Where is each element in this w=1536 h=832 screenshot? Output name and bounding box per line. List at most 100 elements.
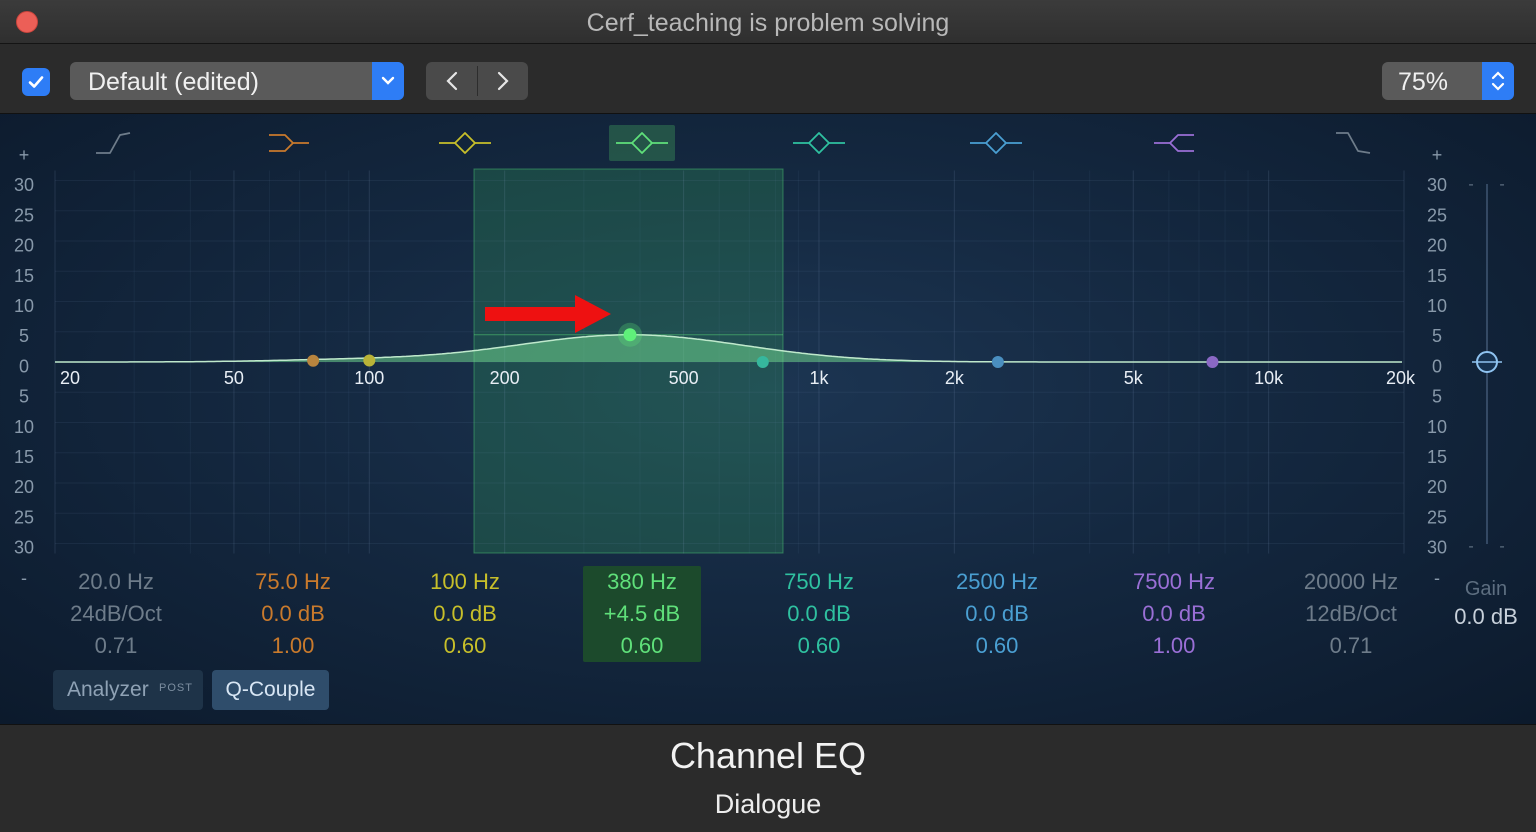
band-1-freq[interactable]: 20.0 Hz	[57, 566, 175, 598]
db-label-left: 5	[19, 326, 29, 346]
band-2-handle	[307, 354, 320, 367]
gain-label: Gain	[1464, 578, 1508, 600]
q-couple-button[interactable]: Q-Couple	[212, 670, 329, 710]
band-2-q[interactable]: 1.00	[234, 630, 352, 662]
band-1-gain[interactable]: 24dB/Oct	[57, 598, 175, 630]
freq-label: 1k	[809, 368, 829, 388]
chevron-left-icon	[445, 71, 457, 91]
band-3-freq[interactable]: 100 Hz	[406, 566, 524, 598]
band-6-gain[interactable]: 0.0 dB	[938, 598, 1056, 630]
band-4-handle	[623, 328, 637, 342]
band-1-parameters[interactable]: 20.0 Hz 24dB/Oct 0.71	[57, 566, 175, 662]
freq-label: 2k	[945, 368, 965, 388]
band-6-parameters[interactable]: 2500 Hz 0.0 dB 0.60	[938, 566, 1056, 662]
eq-panel: + +30 30 25 25 20 20 15 15 10 10 5 5 0 0 5 5 10 10 15 15 20 20…	[0, 114, 1536, 724]
db-label-right: 30	[1427, 175, 1447, 195]
freq-label: 50	[224, 368, 244, 388]
plugin-enable-checkbox[interactable]	[22, 68, 50, 96]
band-4-freq[interactable]: 380 Hz	[583, 566, 701, 598]
band-2-shape-icon[interactable]	[269, 134, 309, 152]
band-6-q[interactable]: 0.60	[938, 630, 1056, 662]
preset-name: Default (edited)	[88, 68, 259, 96]
band-6-freq[interactable]: 2500 Hz	[938, 566, 1056, 598]
freq-label: 200	[490, 368, 520, 388]
freq-label: 10k	[1254, 368, 1284, 388]
plugin-name: Channel EQ	[669, 735, 867, 776]
db-label-left: 25	[14, 507, 34, 527]
freq-label: 500	[669, 368, 699, 388]
band-7-handle	[1206, 356, 1219, 368]
band-4-gain[interactable]: +4.5 dB	[583, 598, 701, 630]
title-bar: Cerf_teaching is problem solving	[0, 0, 1536, 44]
zoom-selector[interactable]: 75%	[1382, 62, 1514, 100]
band-6-shape-icon[interactable]	[970, 132, 1022, 154]
q-couple-label: Q-Couple	[225, 678, 316, 701]
chevron-right-icon	[497, 71, 509, 91]
band-2-gain[interactable]: 0.0 dB	[234, 598, 352, 630]
fader-tick: -	[1499, 538, 1504, 555]
db-label-right: 10	[1427, 296, 1447, 316]
band-1-q[interactable]: 0.71	[57, 630, 175, 662]
preset-dropdown[interactable]: Default (edited)	[70, 62, 404, 100]
up-down-stepper-icon	[1491, 71, 1505, 91]
band-6-handle	[991, 356, 1004, 368]
band-2-freq[interactable]: 75.0 Hz	[234, 566, 352, 598]
db-label-left: 30	[14, 538, 34, 558]
db-label-right: 5	[1432, 387, 1442, 407]
band-1-shape-icon[interactable]	[96, 132, 131, 154]
band-7-gain[interactable]: 0.0 dB	[1115, 598, 1233, 630]
band-5-shape-icon[interactable]	[793, 132, 845, 154]
fader-tick: -	[1468, 538, 1473, 555]
band-8-q[interactable]: 0.71	[1292, 630, 1410, 662]
chevron-down-icon	[381, 76, 395, 85]
band-8-freq[interactable]: 20000 Hz	[1292, 566, 1410, 598]
band-5-gain[interactable]: 0.0 dB	[760, 598, 878, 630]
analyzer-label: Analyzer	[67, 678, 149, 701]
plugin-footer: Channel EQ Dialogue	[0, 724, 1536, 832]
db-label-left: 15	[14, 266, 34, 286]
next-preset-button[interactable]	[477, 62, 528, 100]
db-label-right: 30	[1427, 538, 1447, 558]
preset-dropdown-arrow[interactable]	[372, 62, 404, 100]
db-label-left: 15	[14, 447, 34, 467]
band-5-q[interactable]: 0.60	[760, 630, 878, 662]
db-label-right: 0	[1432, 356, 1442, 376]
db-label-right: 25	[1427, 507, 1447, 527]
band-4-q[interactable]: 0.60	[583, 630, 701, 662]
band-2-parameters[interactable]: 75.0 Hz 0.0 dB 1.00	[234, 566, 352, 662]
db-label-left: 30	[14, 175, 34, 195]
band-7-shape-icon[interactable]	[1154, 134, 1194, 152]
band-3-gain[interactable]: 0.0 dB	[406, 598, 524, 630]
band-8-gain[interactable]: 12dB/Oct	[1292, 598, 1410, 630]
freq-label: 100	[354, 368, 384, 388]
db-label-left: 20	[14, 477, 34, 497]
band-8-shape-icon[interactable]	[1336, 132, 1371, 154]
db-label-right: 10	[1427, 417, 1447, 437]
band-3-parameters[interactable]: 100 Hz 0.0 dB 0.60	[406, 566, 524, 662]
previous-preset-button[interactable]	[426, 62, 477, 100]
band-8-parameters[interactable]: 20000 Hz 12dB/Oct 0.71	[1292, 566, 1410, 662]
analyzer-button[interactable]: Analyzer POST	[53, 670, 203, 710]
checkmark-icon	[28, 76, 44, 88]
fader-tick: -	[1468, 176, 1473, 193]
zoom-stepper[interactable]	[1482, 62, 1514, 100]
track-name: Dialogue	[714, 789, 822, 819]
db-label-left: 20	[14, 236, 34, 256]
band-3-shape-icon[interactable]	[439, 132, 491, 154]
window-title: Cerf_teaching is problem solving	[586, 9, 950, 37]
band-5-parameters[interactable]: 750 Hz 0.0 dB 0.60	[760, 566, 878, 662]
db-label-left: -	[21, 568, 27, 588]
db-label-left: 25	[14, 205, 34, 225]
freq-label: 20k	[1386, 368, 1416, 388]
band-3-q[interactable]: 0.60	[406, 630, 524, 662]
band-4-parameters[interactable]: 380 Hz +4.5 dB 0.60	[583, 566, 701, 662]
band-7-parameters[interactable]: 7500 Hz 0.0 dB 1.00	[1115, 566, 1233, 662]
band-7-q[interactable]: 1.00	[1115, 630, 1233, 662]
output-gain-display[interactable]: Gain 0.0 dB	[1436, 576, 1536, 632]
band-7-freq[interactable]: 7500 Hz	[1115, 566, 1233, 598]
fader-tick: -	[1499, 176, 1504, 193]
db-label-right: 5	[1432, 326, 1442, 346]
db-label-left: 10	[14, 417, 34, 437]
band-3-handle	[363, 354, 376, 367]
band-5-freq[interactable]: 750 Hz	[760, 566, 878, 598]
